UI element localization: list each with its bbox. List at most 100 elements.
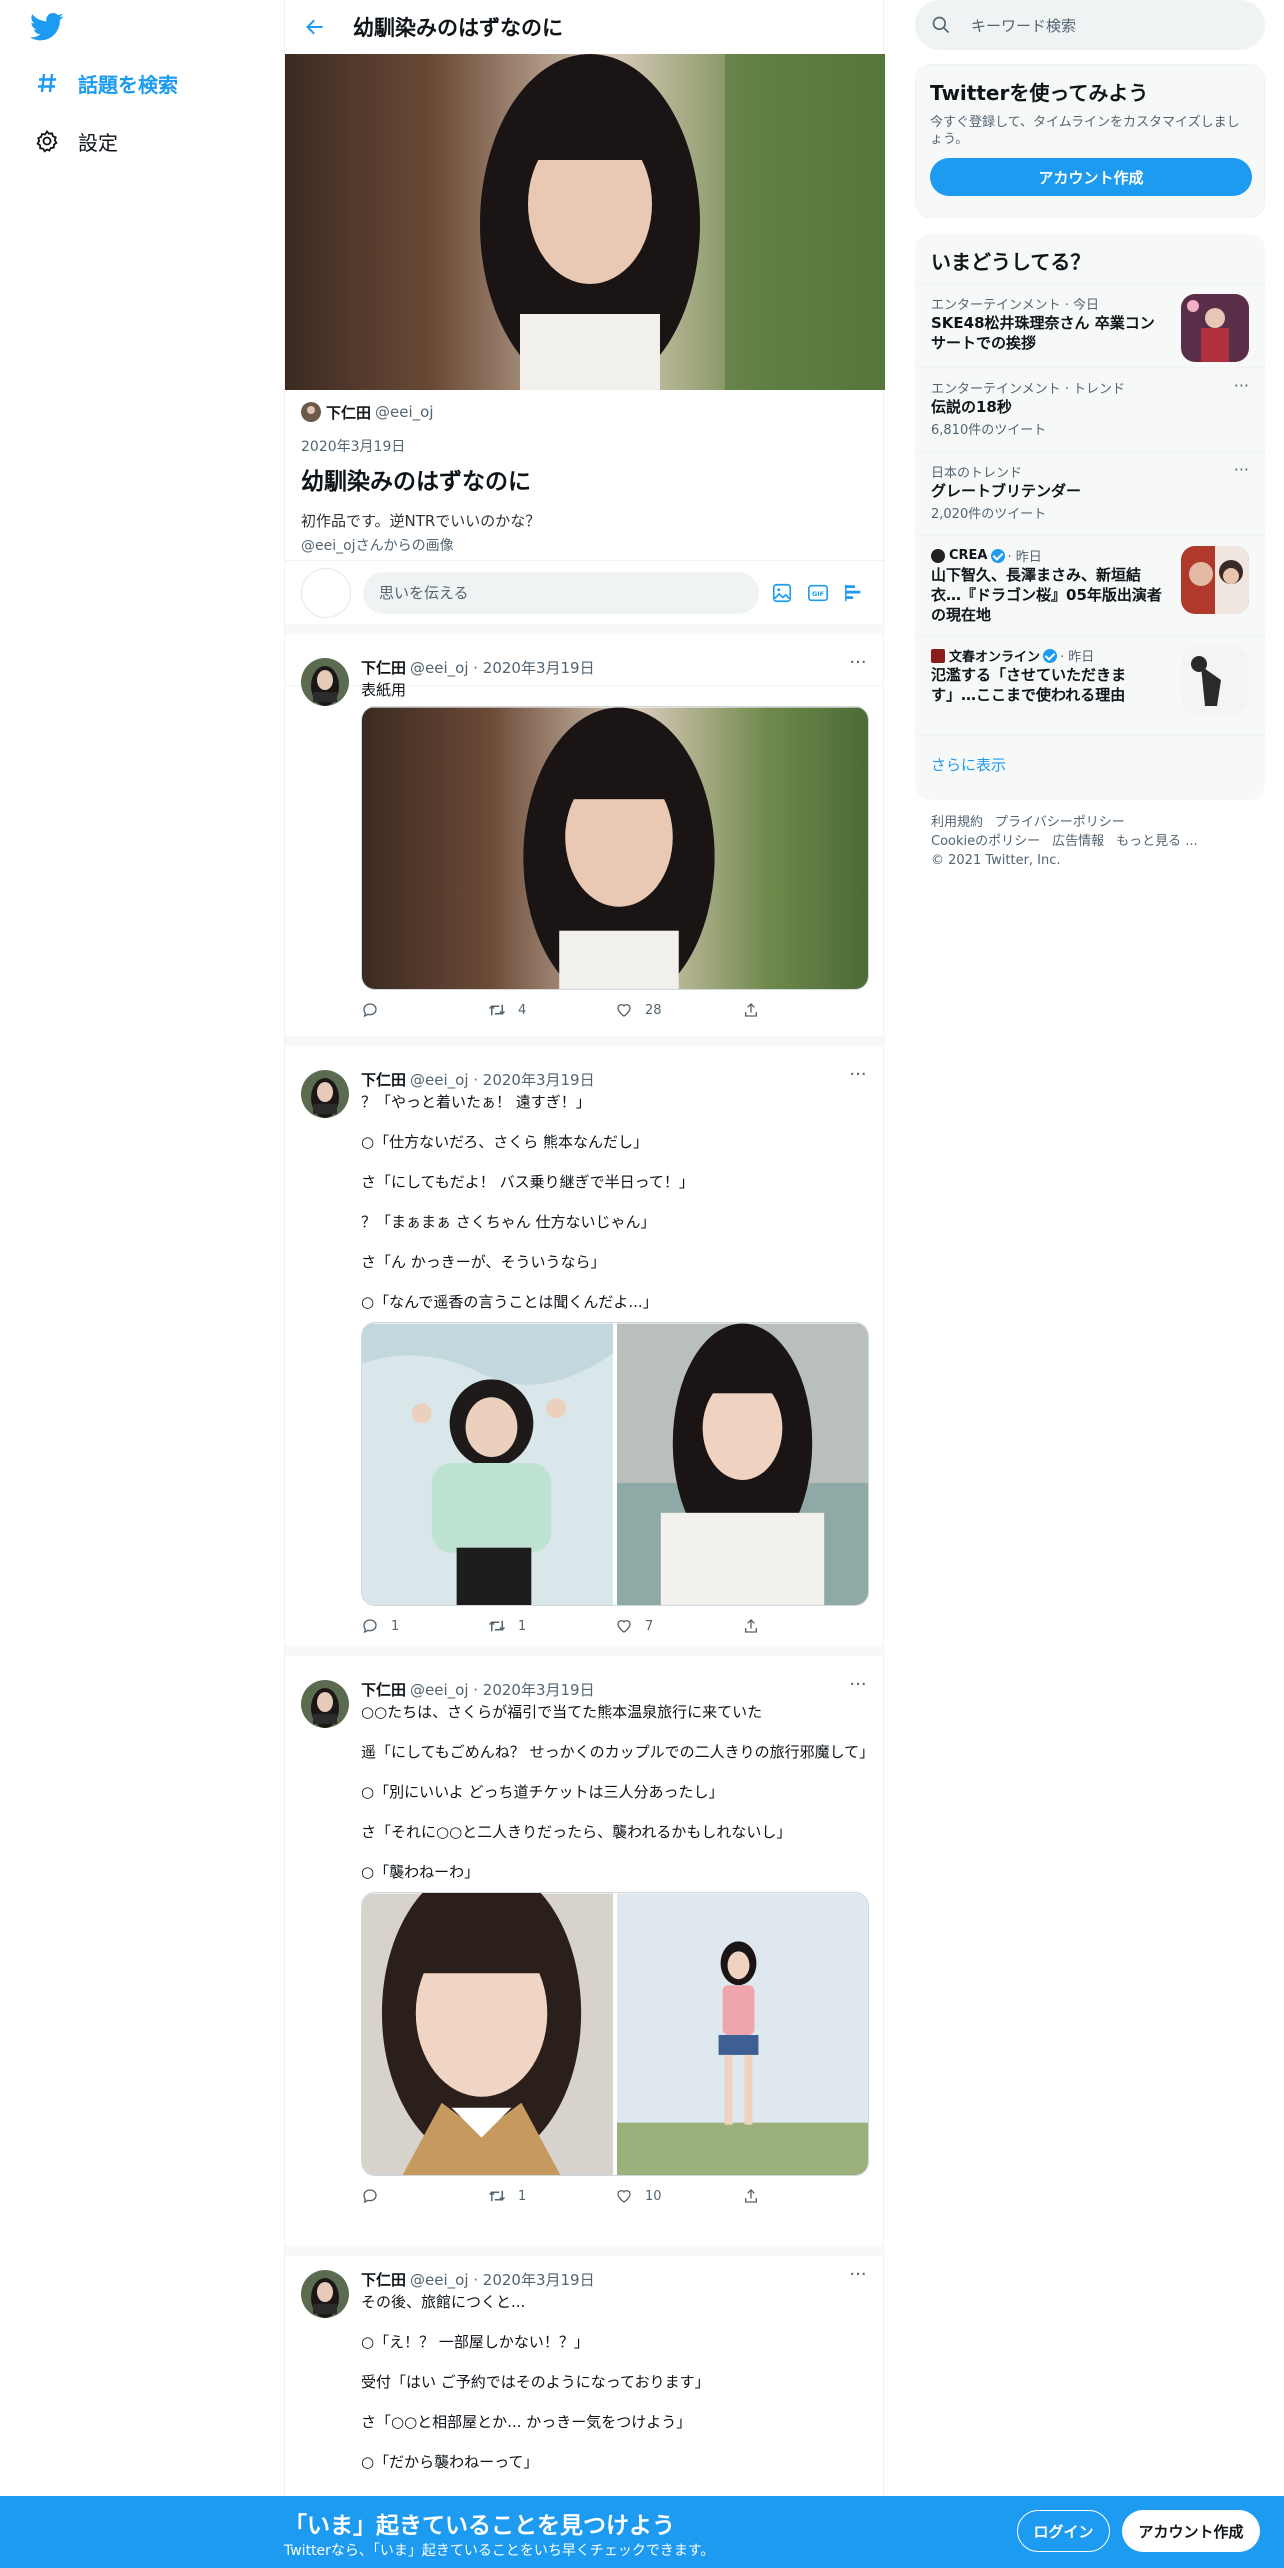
twitter-logo-icon[interactable] <box>30 12 64 42</box>
poll-icon[interactable] <box>843 582 865 604</box>
more-options-icon[interactable]: ··· <box>1234 376 1249 395</box>
tweet-text-line: 受付「はい ご予約ではそのようになっております」 <box>361 2373 710 2391</box>
hashtag-icon <box>32 68 62 98</box>
trend-item[interactable]: CREA · 昨日 山下智久、長澤まさみ、新垣結衣…『ドラゴン桜』05年版出演者… <box>915 536 1265 636</box>
more-options-icon[interactable]: ··· <box>847 654 869 678</box>
footer-links: 利用規約 プライバシーポリシー Cookieのポリシー 広告情報 もっと見る ... … <box>931 813 1251 870</box>
heart-icon <box>615 1617 633 1635</box>
tweet-meta[interactable]: @eei_oj · 2020年3月19日 <box>410 657 595 678</box>
banner-title: 「いま」起きていることを見つけよう <box>284 2513 675 2539</box>
avatar <box>301 402 321 422</box>
tweet-header: 下仁田 @eei_oj · 2020年3月19日 <box>361 1678 869 1700</box>
trend-item[interactable]: 文春オンライン · 昨日 氾濫する「させていただきます」…ここまで使われる理由 <box>915 636 1265 736</box>
moment-cover-image[interactable] <box>285 54 885 390</box>
footer-link[interactable]: Cookieのポリシー <box>931 834 1040 849</box>
avatar[interactable] <box>301 1070 349 1118</box>
trend-item[interactable]: 日本のトレンド グレートブリテンダー 2,020件のツイート ··· <box>915 452 1265 536</box>
tweet-image-grid[interactable] <box>361 1892 869 2176</box>
verified-badge-icon <box>1043 648 1058 663</box>
trend-name: SKE48松井珠理奈さん 卒業コンサートでの挨拶 <box>931 314 1155 352</box>
author-name: 下仁田 <box>326 403 372 422</box>
gear-icon <box>32 126 62 156</box>
tweet-card[interactable]: 下仁田 @eei_oj · 2020年3月19日 ··· ？「やっと着いたぁ！ … <box>285 1056 885 1656</box>
reply-button[interactable] <box>361 2187 488 2205</box>
trend-item[interactable]: エンターテインメント · 今日 SKE48松井珠理奈さん 卒業コンサートでの挨拶 <box>915 284 1265 368</box>
tweet-card[interactable]: 下仁田 @eei_oj · 2020年3月19日 ··· 表紙用 4 28 <box>285 644 885 1046</box>
avatar[interactable] <box>301 1680 349 1728</box>
avatar <box>301 567 351 618</box>
nav-settings[interactable]: 設定 <box>32 121 118 161</box>
footer-link[interactable]: 広告情報 <box>1052 834 1104 849</box>
tweet-card[interactable]: 下仁田 @eei_oj · 2020年3月19日 ··· ○○たちは、さくらが福… <box>285 1666 885 2256</box>
footer-link[interactable]: プライバシーポリシー <box>995 815 1125 830</box>
moment-column: 幼馴染みのはずなのに 下仁田 @eei_oj 2020年3月19日 幼馴染みのは… <box>284 0 885 2568</box>
tweet-actions: 4 28 <box>361 1000 869 1020</box>
reply-icon <box>361 2187 379 2205</box>
footer-link[interactable]: 利用規約 <box>931 815 983 830</box>
tweet-text-line: ○「仕方ないだろ、さくら 熊本なんだし」 <box>361 1133 648 1151</box>
show-more-link[interactable]: さらに表示 <box>931 754 1006 775</box>
retweet-button[interactable]: 1 <box>488 2187 615 2205</box>
signup-banner: 「いま」起きていることを見つけよう Twitterなら、「いま」起きていることを… <box>0 2496 1284 2568</box>
back-arrow-icon[interactable] <box>305 16 327 38</box>
tweet-author-name[interactable]: 下仁田 <box>361 1069 406 1090</box>
image-credit: @eei_ojさんからの画像 <box>301 538 454 554</box>
nav-explore[interactable]: 話題を検索 <box>32 63 178 103</box>
tweet-author-name[interactable]: 下仁田 <box>361 2269 406 2290</box>
create-account-button[interactable]: アカウント作成 <box>930 158 1252 196</box>
banner-subtitle: Twitterなら、「いま」起きていることをいち早くチェックできます。 <box>284 2543 715 2559</box>
moment-author[interactable]: 下仁田 @eei_oj <box>301 400 867 424</box>
trend-thumbnail <box>1181 646 1249 714</box>
more-options-icon[interactable]: ··· <box>1234 460 1249 479</box>
tweet-meta[interactable]: @eei_oj · 2020年3月19日 <box>410 2269 595 2290</box>
retweet-button[interactable]: 4 <box>488 1001 615 1019</box>
reply-button[interactable] <box>361 1001 488 1019</box>
like-button[interactable]: 7 <box>615 1617 742 1635</box>
left-nav: 話題を検索 設定 <box>0 0 284 2568</box>
author-handle: @eei_oj <box>375 403 434 421</box>
tweet-meta[interactable]: @eei_oj · 2020年3月19日 <box>410 1069 595 1090</box>
moment-header: 下仁田 @eei_oj 2020年3月19日 幼馴染みのはずなのに 初作品です。… <box>285 390 883 686</box>
reply-icon <box>361 1617 379 1635</box>
share-icon <box>742 1617 760 1635</box>
tweet-meta[interactable]: @eei_oj · 2020年3月19日 <box>410 1679 595 1700</box>
more-options-icon[interactable]: ··· <box>847 1066 869 1090</box>
avatar[interactable] <box>301 658 349 706</box>
bunshun-logo-icon <box>931 648 945 663</box>
tweet-author-name[interactable]: 下仁田 <box>361 657 406 678</box>
share-button[interactable] <box>742 1001 869 1019</box>
reply-icon <box>361 1001 379 1019</box>
search-input[interactable]: キーワード検索 <box>915 0 1265 50</box>
like-button[interactable]: 10 <box>615 2187 742 2205</box>
tweet-text-line: ○「なんで遥香の言うことは聞くんだよ...」 <box>361 1293 658 1311</box>
tweet-card[interactable]: 下仁田 @eei_oj · 2020年3月19日 ··· その後、旅館につくと.… <box>285 2256 885 2496</box>
login-button[interactable]: ログイン <box>1017 2510 1110 2552</box>
tweet-image-grid[interactable] <box>361 1322 869 1606</box>
share-button[interactable] <box>742 1617 869 1635</box>
tweet-header: 下仁田 @eei_oj · 2020年3月19日 <box>361 656 869 678</box>
gif-icon[interactable]: GIF <box>807 582 829 604</box>
trend-name: 山下智久、長澤まさみ、新垣結衣…『ドラゴン桜』05年版出演者の現在地 <box>931 566 1162 624</box>
like-button[interactable]: 28 <box>615 1001 742 1019</box>
moment-description: 初作品です。逆NTRでいいのかな？ <box>301 512 541 530</box>
trend-name: 氾濫する「させていただきます」…ここまで使われる理由 <box>931 666 1127 704</box>
trend-name: グレートブリテンダー <box>931 482 1082 500</box>
footer-link[interactable]: もっと見る ... <box>1116 834 1198 849</box>
compose-input[interactable]: 思いを伝える <box>363 571 759 614</box>
tweet-image[interactable] <box>361 706 869 990</box>
tweet-header: 下仁田 @eei_oj · 2020年3月19日 <box>361 1068 869 1090</box>
reply-button[interactable]: 1 <box>361 1617 488 1635</box>
trends-panel: いまどうしてる？ エンターテインメント · 今日 SKE48松井珠理奈さん 卒業… <box>915 234 1265 800</box>
more-options-icon[interactable]: ··· <box>847 1676 869 1700</box>
image-icon[interactable] <box>771 582 793 604</box>
compose-box: 思いを伝える GIF <box>285 560 885 634</box>
tweet-text-line: ○○たちは、さくらが福引で当てた熊本温泉旅行に来ていた <box>361 1703 763 1721</box>
trend-item[interactable]: エンターテインメント · トレンド 伝説の18秒 6,810件のツイート ··· <box>915 368 1265 452</box>
signup-button[interactable]: アカウント作成 <box>1122 2510 1260 2552</box>
share-button[interactable] <box>742 2187 869 2205</box>
more-options-icon[interactable]: ··· <box>847 2266 869 2290</box>
retweet-button[interactable]: 1 <box>488 1617 615 1635</box>
tweet-text-line: ？「やっと着いたぁ！ 遠すぎ！」 <box>361 1093 591 1111</box>
tweet-author-name[interactable]: 下仁田 <box>361 1679 406 1700</box>
avatar[interactable] <box>301 2270 349 2318</box>
